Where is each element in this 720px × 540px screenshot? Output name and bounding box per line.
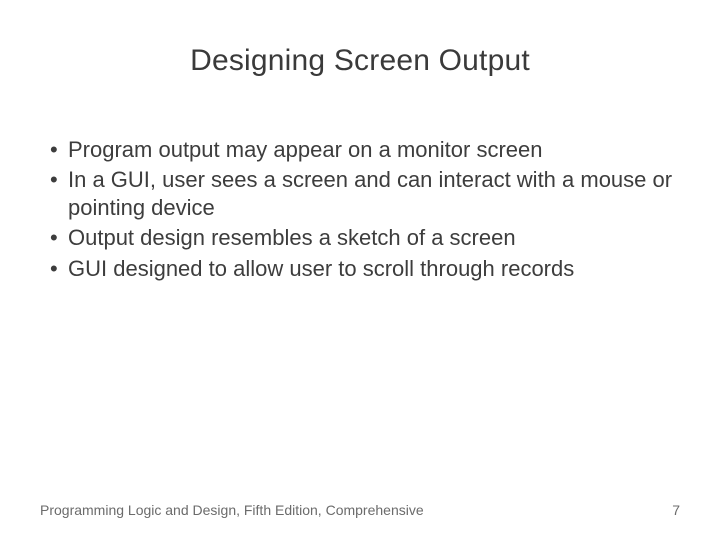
bullet-list: Program output may appear on a monitor s… [40,136,680,283]
page-number: 7 [672,502,680,518]
slide-title: Designing Screen Output [0,0,720,88]
slide: Designing Screen Output Program output m… [0,0,720,540]
list-item: Output design resembles a sketch of a sc… [40,224,680,252]
list-item: In a GUI, user sees a screen and can int… [40,166,680,222]
slide-body: Program output may appear on a monitor s… [0,88,720,283]
slide-footer: Programming Logic and Design, Fifth Edit… [0,502,720,518]
footer-source: Programming Logic and Design, Fifth Edit… [40,502,424,518]
list-item: Program output may appear on a monitor s… [40,136,680,164]
list-item: GUI designed to allow user to scroll thr… [40,255,680,283]
